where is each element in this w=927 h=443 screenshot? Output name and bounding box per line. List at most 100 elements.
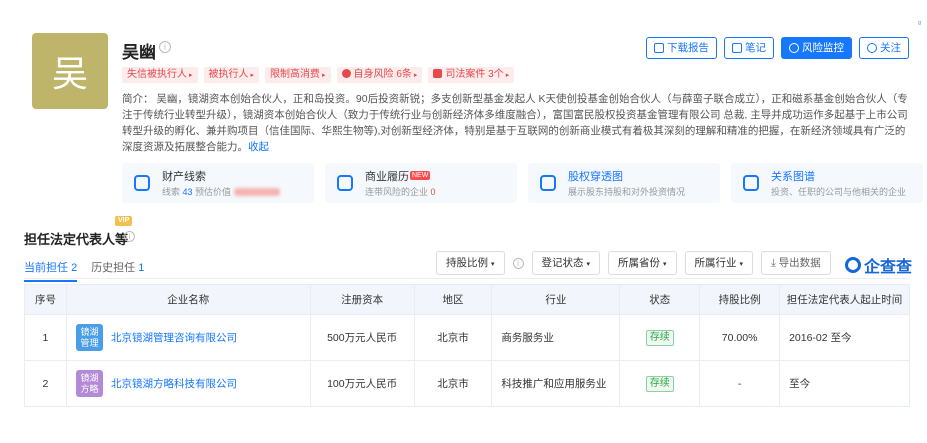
button-label: 风险监控 (802, 42, 844, 54)
risk-tag-dishonest[interactable]: 失信被执行人 ▸ (122, 67, 198, 83)
company-logo[interactable]: 镜湖 方略 (75, 370, 103, 397)
collapse-link[interactable]: 收起 (248, 141, 269, 153)
industry-cell: 商务服务业 (491, 314, 621, 361)
risk-tag-consumption-limit[interactable]: 限制高消费 ▸ (265, 67, 331, 83)
gavel-icon (433, 69, 443, 78)
card-business-history[interactable]: 商业履历 NEW 连带风险的企业 0 (325, 163, 517, 203)
card-title-text: 商业履历 (365, 171, 409, 183)
period-cell: 2016-02 至今 (779, 314, 910, 361)
filter-label: 登记状态 (541, 257, 584, 269)
card-subtitle: 展示股东持股和对外投资情况 (568, 187, 686, 197)
new-badge: NEW (410, 171, 431, 180)
filter-industry[interactable]: 所属行业 ▾ (684, 251, 754, 275)
filter-province[interactable]: 所属省份 ▾ (608, 251, 677, 275)
export-button[interactable]: ⤓ 导出数据 (761, 251, 831, 275)
col-header: 注册资本 (309, 284, 415, 315)
status-cell: 存续 (619, 360, 701, 407)
card-subtitle: 投资、任职的公司与他相关的企业 (771, 187, 907, 197)
card-sub-suffix: 预估价值 (192, 187, 234, 197)
section-title: 担任法定代表人等 (24, 232, 129, 247)
notes-button[interactable]: 笔记 (724, 37, 774, 59)
chevron-down-icon: ▾ (491, 261, 495, 268)
company-link[interactable]: 北京镜湖方略科技有限公司 (111, 378, 237, 390)
tag-label: 司法案件 3个 (445, 69, 504, 80)
company-link[interactable]: 北京镜湖管理咨询有限公司 (111, 332, 237, 344)
region-cell: 北京市 (413, 314, 493, 361)
status-badge: 存续 (645, 329, 674, 346)
card-sub-prefix: 线索 (162, 187, 183, 197)
card-equity-chart[interactable]: 股权穿透图 展示股东持股和对外投资情况 (528, 163, 720, 203)
card-subtitle: 线索 43 预估价值 (162, 185, 280, 198)
company-logo[interactable]: 镜湖 管理 (75, 324, 103, 351)
chevron-right-icon: ▸ (505, 72, 510, 79)
col-header: 行业 (491, 284, 621, 315)
chevron-right-icon: ▸ (322, 72, 326, 79)
col-header: 担任法定代表人起止时间 (779, 284, 910, 315)
col-header: 持股比例 (699, 284, 781, 315)
col-header: 序号 (24, 284, 67, 315)
filter-label: 所属行业 (694, 257, 737, 269)
info-icon[interactable]: i (124, 231, 135, 242)
heart-icon (867, 43, 877, 53)
card-title: 关系图谱 (771, 171, 815, 183)
company-cell: 镜湖 管理 北京镜湖管理咨询有限公司 (65, 314, 311, 361)
chevron-right-icon: ▸ (189, 72, 193, 79)
status-cell: 存续 (619, 314, 701, 361)
col-header: 企业名称 (65, 284, 311, 315)
row-index: 1 (24, 314, 67, 361)
card-relation-graph[interactable]: 关系图谱 投资、任职的公司与他相关的企业 (731, 163, 923, 203)
legal-rep-table: 序号 企业名称 注册资本 地区 行业 状态 持股比例 担任法定代表人起止时间 1… (24, 284, 910, 407)
capital-cell: 500万元人民币 (309, 314, 415, 361)
info-icon[interactable]: i (159, 41, 171, 53)
card-sub-prefix: 连带风险的企业 (365, 187, 431, 197)
tag-label: 自身风险 6条 (353, 69, 412, 80)
avatar-initial: 吴 (51, 53, 88, 94)
blurred-value (233, 188, 280, 196)
risk-monitor-button[interactable]: 风险监控 (781, 37, 852, 59)
info-icon[interactable]: i (512, 257, 524, 269)
person-name: 吴幽 (122, 43, 156, 62)
feature-cards: 财产线索 线索 43 预估价值 商业履历 NEW 连带风险的企业 0 股权穿透图 … (122, 163, 923, 203)
tag-label: 失信被执行人 (127, 69, 187, 80)
risk-tag-executed[interactable]: 被执行人 ▸ (203, 67, 260, 83)
region-cell: 北京市 (413, 360, 493, 407)
brand-name: 企查查 (864, 259, 913, 276)
card-title: 财产线索 (162, 171, 206, 183)
button-label: 笔记 (745, 42, 766, 54)
filter-label: 持股比例 (446, 257, 488, 269)
tab-label: 历史担任 (91, 262, 136, 274)
chevron-down-icon: ▾ (663, 261, 667, 268)
chevron-right-icon: ▸ (413, 72, 418, 79)
briefcase-icon (337, 175, 353, 191)
clue-count: 43 (182, 187, 193, 197)
bio: 简介： 吴幽，镜湖资本创始合伙人，正和岛投资。90后投资新锐；多支创新型基金发起… (122, 91, 910, 155)
row-index: 2 (24, 360, 67, 407)
risk-tag-judicial[interactable]: 司法案件 3个 ▸ (428, 67, 515, 83)
tab-divider (24, 278, 910, 279)
filter-registration-status[interactable]: 登记状态 ▾ (531, 251, 601, 275)
card-subtitle: 连带风险的企业 0 (365, 185, 436, 198)
equity-chart-icon (540, 175, 556, 191)
status-badge: 存续 (645, 375, 674, 392)
card-title: 商业履历 NEW (365, 168, 431, 184)
filter-share-ratio[interactable]: 持股比例 ▾ (436, 251, 505, 275)
monitor-icon (789, 43, 799, 53)
bio-text: 简介： 吴幽，镜湖资本创始合伙人，正和岛投资。90后投资新锐；多支创新型基金发起… (122, 93, 908, 153)
download-report-button[interactable]: 下载报告 (646, 37, 717, 59)
avatar: 吴 (32, 33, 108, 109)
chevron-down-icon: ▾ (739, 261, 744, 268)
risk-tags: 失信被执行人 ▸ 被执行人 ▸ 限制高消费 ▸ 自身风险 6条 ▸ 司法案件 3个 ▸ (122, 67, 515, 83)
corner-mark-icon: ᵍ (917, 19, 921, 28)
follow-button[interactable]: 关注 (859, 37, 909, 59)
shield-icon (341, 69, 351, 78)
tab-count: 2 (71, 262, 78, 274)
risk-tag-self-risk[interactable]: 自身风险 6条 ▸ (336, 67, 423, 83)
chevron-right-icon: ▸ (250, 72, 255, 79)
share-cell: - (699, 360, 781, 407)
action-bar: 下载报告 笔记 风险监控 关注 (646, 37, 909, 59)
card-property-clue[interactable]: 财产线索 线索 43 预估价值 (122, 163, 314, 203)
capital-cell: 100万元人民币 (309, 360, 415, 407)
col-header: 状态 (619, 284, 701, 315)
card-title: 股权穿透图 (568, 171, 623, 183)
risk-company-count: 0 (430, 187, 436, 197)
